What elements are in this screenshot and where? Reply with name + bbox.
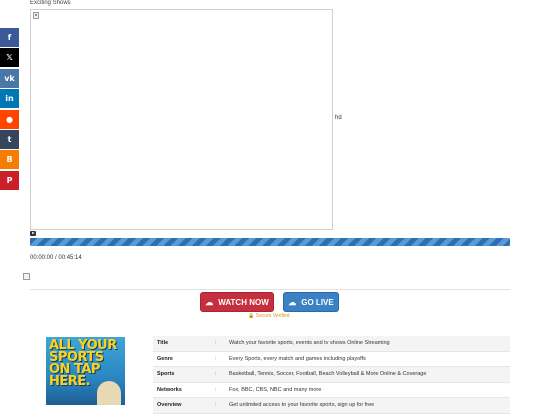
- pinterest-icon: P: [6, 175, 13, 185]
- vk-icon: vk: [4, 73, 15, 83]
- cloud-download-icon: ☁: [205, 297, 214, 307]
- go-live-label: GO LIVE: [301, 297, 334, 307]
- broken-image-icon: [23, 273, 30, 280]
- progress-bar[interactable]: [30, 238, 510, 246]
- blogger-share-button[interactable]: B: [0, 150, 19, 170]
- quality-label: hd: [335, 115, 342, 121]
- row-label: Genre: [157, 355, 173, 362]
- row-separator: :: [215, 386, 217, 393]
- row-label: Networks: [157, 386, 182, 393]
- table-row: Title : Watch your favorite sports, even…: [153, 336, 510, 352]
- row-value: Every Sports, every match and games incl…: [229, 355, 366, 362]
- table-row: Genre : Every Sports, every match and ga…: [153, 352, 510, 367]
- page-title: Exciting Shows: [30, 0, 71, 6]
- vk-share-button[interactable]: vk: [0, 68, 19, 88]
- broken-image-icon: [33, 12, 39, 19]
- promo-poster: ALL YOUR SPORTS ON TAP HERE.: [46, 337, 125, 405]
- facebook-icon: f: [7, 33, 12, 42]
- athlete-image: [97, 381, 121, 405]
- watch-now-button[interactable]: ☁ WATCH NOW: [200, 292, 274, 312]
- tumblr-share-button[interactable]: t: [0, 129, 19, 149]
- time-readout: 00:00:00 / 00:45:14: [30, 255, 82, 261]
- reddit-share-button[interactable]: ●: [0, 109, 19, 129]
- social-share-bar: f 𝕏 vk in ● t B P: [0, 28, 19, 191]
- row-label: Sports: [157, 371, 175, 378]
- linkedin-icon: in: [5, 94, 14, 104]
- table-row: Networks : Fox, BBC, CBS, NBC and many m…: [153, 383, 510, 398]
- row-value: Get unlimited access to your favorite sp…: [229, 402, 375, 409]
- details-table: Title : Watch your favorite sports, even…: [153, 336, 510, 414]
- table-row: Sports : Basketball, Tennis, Soccer, Foo…: [153, 367, 510, 383]
- tumblr-icon: t: [7, 134, 12, 144]
- watch-now-label: WATCH NOW: [218, 297, 269, 307]
- video-icon: [30, 231, 36, 236]
- linkedin-share-button[interactable]: in: [0, 89, 19, 109]
- secure-verified-badge: 🔒 Secure Verified: [248, 313, 290, 319]
- row-separator: :: [215, 371, 217, 378]
- x-share-button[interactable]: 𝕏: [0, 48, 19, 68]
- go-live-button[interactable]: ☁ GO LIVE: [283, 292, 339, 312]
- divider: [30, 289, 510, 290]
- reddit-icon: ●: [6, 114, 13, 124]
- row-label: Title: [157, 340, 169, 347]
- row-separator: :: [215, 340, 217, 347]
- row-value: Watch your favorite sports, events and t…: [229, 340, 390, 347]
- row-separator: :: [215, 355, 217, 362]
- facebook-share-button[interactable]: f: [0, 28, 19, 47]
- pinterest-share-button[interactable]: P: [0, 170, 19, 190]
- video-player[interactable]: [30, 9, 333, 230]
- row-value: Basketball, Tennis, Soccer, Football, Be…: [229, 371, 427, 378]
- row-separator: :: [215, 402, 217, 409]
- table-row: Overview : Get unlimited access to your …: [153, 398, 510, 414]
- row-value: Fox, BBC, CBS, NBC and many more: [229, 386, 322, 393]
- x-icon: 𝕏: [6, 53, 13, 63]
- row-label: Overview: [157, 402, 182, 409]
- cloud-download-icon: ☁: [288, 297, 297, 307]
- blogger-icon: B: [6, 155, 13, 165]
